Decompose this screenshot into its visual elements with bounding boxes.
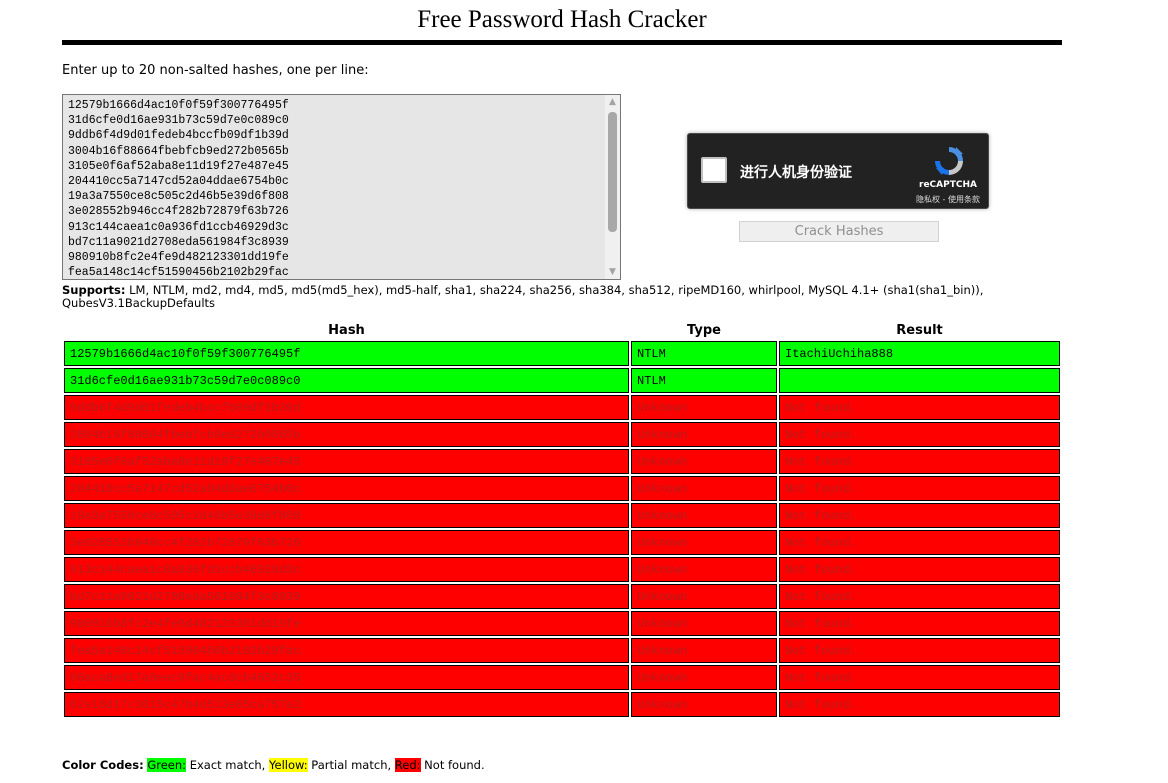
results-table: Hash Type Result 12579b1666d4ac10f0f59f3… (62, 320, 1062, 719)
cell-hash: 31d6cfe0d16ae931b73c59d7e0c089c0 (64, 368, 629, 393)
supports-label: Supports: (62, 283, 126, 297)
column-header-result: Result (896, 323, 943, 338)
legend-green-swatch: Green: (147, 758, 187, 772)
table-row: fea5a148c14cf51590456b2102b29fac Unknown N… (64, 638, 1060, 663)
cell-type: Unknown (631, 638, 777, 663)
cell-hash: 19a3a7550ce8c505c2d46b5e39d6f808 (64, 503, 629, 528)
cell-hash: 12579b1666d4ac10f0f59f300776495f (64, 341, 629, 366)
cell-result: Not found. (779, 557, 1060, 582)
legend-green-text: Exact match, (186, 758, 269, 772)
cell-result: Not found. (779, 611, 1060, 636)
cell-result: Not found. (779, 665, 1060, 690)
color-codes-legend: Color Codes: Green: Exact match, Yellow:… (62, 758, 485, 772)
hash-input-textarea[interactable]: 12579b1666d4ac10f0f59f300776495f 31d6cfe… (62, 94, 621, 280)
crack-hashes-button[interactable]: Crack Hashes (739, 221, 939, 242)
cell-hash: 08aca8ed17a9eec9fac4acdcb4652c35 (64, 665, 629, 690)
recaptcha-checkbox[interactable] (701, 157, 727, 183)
legend-yellow-text: Partial match, (307, 758, 395, 772)
instruction-text: Enter up to 20 non-salted hashes, one pe… (62, 63, 369, 78)
supports-text: LM, NTLM, md2, md4, md5, md5(md5_hex), m… (62, 283, 984, 310)
cell-type: Unknown (631, 692, 777, 717)
results-body: 12579b1666d4ac10f0f59f300776495f NTLM Itac… (64, 341, 1060, 717)
cell-type: Unknown (631, 449, 777, 474)
cell-result: Not found. (779, 395, 1060, 420)
table-row: 980910b8fc2e4fe9d482123301dd19fe Unknown N… (64, 611, 1060, 636)
cell-result: Not found. (779, 503, 1060, 528)
cell-hash: 62e18d17c3015c47b4d513e65ca757a2 (64, 692, 629, 717)
column-header-type: Type (687, 323, 721, 338)
table-row: 31d6cfe0d16ae931b73c59d7e0c089c0 NTLM (64, 368, 1060, 393)
recaptcha-privacy-terms-link[interactable]: 隐私权 - 使用条款 (906, 194, 990, 205)
cell-result: Not found. (779, 530, 1060, 555)
recaptcha-logo-icon (935, 147, 963, 175)
title-divider (62, 40, 1062, 45)
recaptcha-brand: reCAPTCHA (919, 180, 977, 190)
cell-type: NTLM (631, 368, 777, 393)
cell-result: Not found. (779, 449, 1060, 474)
cell-hash: 913c144caea1c0a936fd1ccb46929d3c (64, 557, 629, 582)
cell-hash: bd7c11a9021d2708eda561984f3c8939 (64, 584, 629, 609)
legend-red-swatch: Red: (394, 758, 421, 772)
table-row: 3e028552b946cc4f282b72879f63b726 Unknown N… (64, 530, 1060, 555)
hash-input-text: 12579b1666d4ac10f0f59f300776495f 31d6cfe… (68, 99, 289, 280)
results-header-row: Hash Type Result (64, 322, 1060, 339)
table-row: 913c144caea1c0a936fd1ccb46929d3c Unknown N… (64, 557, 1060, 582)
cell-result: ItachiUchiha888 (779, 341, 1060, 366)
cell-result: Not found. (779, 476, 1060, 501)
cell-hash: 3e028552b946cc4f282b72879f63b726 (64, 530, 629, 555)
cell-type: NTLM (631, 341, 777, 366)
column-header-hash: Hash (328, 323, 365, 338)
table-row: 3105e0f6af52aba8e11d19f27e487e45 Unknown N… (64, 449, 1060, 474)
table-row: 9ddb6f4d9d01fedeb4bccfb09df1b39d Unknown N… (64, 395, 1060, 420)
table-row: 08aca8ed17a9eec9fac4acdcb4652c35 Unknown N… (64, 665, 1060, 690)
table-row: 3004b16f88664fbebfcb9ed272b0565b Unknown N… (64, 422, 1060, 447)
legend-yellow-swatch: Yellow: (269, 758, 308, 772)
cell-hash: fea5a148c14cf51590456b2102b29fac (64, 638, 629, 663)
cell-result: Not found. (779, 638, 1060, 663)
legend-red-text: Not found. (420, 758, 485, 772)
table-row: 204410cc5a7147cd52a04ddae6754b0c Unknown N… (64, 476, 1060, 501)
cell-type: Unknown (631, 557, 777, 582)
table-row: 62e18d17c3015c47b4d513e65ca757a2 Unknown N… (64, 692, 1060, 717)
scroll-up-arrow-icon[interactable]: ▲ (605, 95, 620, 109)
recaptcha-widget: 进行人机身份验证 reCAPTCHA 隐私权 - 使用条款 (687, 133, 989, 209)
cell-hash: 9ddb6f4d9d01fedeb4bccfb09df1b39d (64, 395, 629, 420)
page-title: Free Password Hash Cracker (417, 6, 707, 33)
cell-type: Unknown (631, 665, 777, 690)
table-row: 12579b1666d4ac10f0f59f300776495f NTLM Itac… (64, 341, 1060, 366)
cell-type: Unknown (631, 395, 777, 420)
table-row: 19a3a7550ce8c505c2d46b5e39d6f808 Unknown N… (64, 503, 1060, 528)
cell-type: Unknown (631, 584, 777, 609)
cell-type: Unknown (631, 476, 777, 501)
textarea-scrollbar[interactable]: ▲ ▼ (605, 95, 620, 279)
cell-type: Unknown (631, 503, 777, 528)
cell-hash: 3004b16f88664fbebfcb9ed272b0565b (64, 422, 629, 447)
scroll-down-arrow-icon[interactable]: ▼ (605, 265, 620, 279)
cell-type: Unknown (631, 530, 777, 555)
supported-algorithms: Supports: LM, NTLM, md2, md4, md5, md5(m… (62, 284, 1062, 310)
cell-hash: 980910b8fc2e4fe9d482123301dd19fe (64, 611, 629, 636)
legend-label: Color Codes: (62, 758, 144, 772)
table-row: bd7c11a9021d2708eda561984f3c8939 Unknown N… (64, 584, 1060, 609)
cell-type: Unknown (631, 611, 777, 636)
recaptcha-label: 进行人机身份验证 (740, 165, 852, 181)
cell-result: Not found. (779, 692, 1060, 717)
cell-result: Not found. (779, 422, 1060, 447)
cell-result: Not found. (779, 584, 1060, 609)
cell-hash: 3105e0f6af52aba8e11d19f27e487e45 (64, 449, 629, 474)
cell-hash: 204410cc5a7147cd52a04ddae6754b0c (64, 476, 629, 501)
cell-type: Unknown (631, 422, 777, 447)
cell-result (779, 368, 1060, 393)
scrollbar-thumb[interactable] (608, 112, 617, 232)
